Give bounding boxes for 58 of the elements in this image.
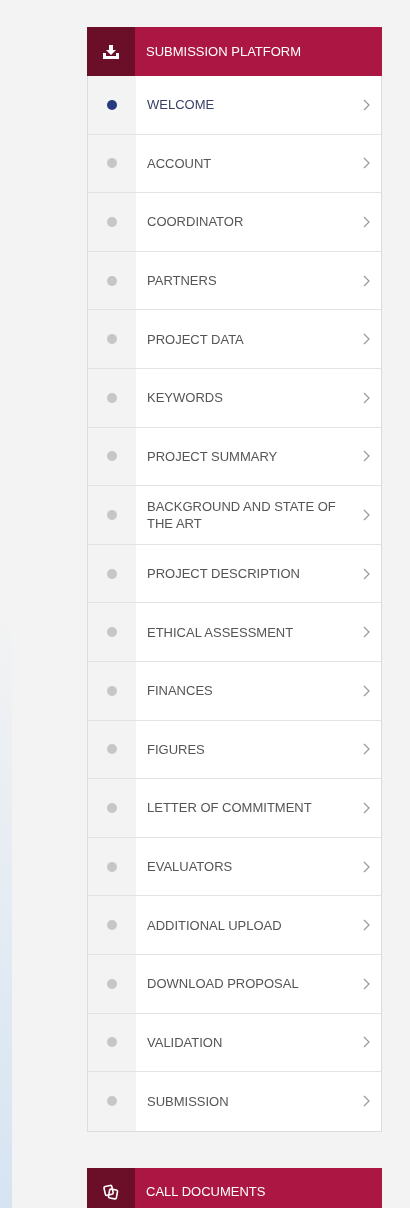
nav-item[interactable]: FINANCES: [88, 661, 381, 721]
nav-label: FIGURES: [146, 740, 206, 759]
download-icon: [103, 44, 119, 59]
chevron-right-icon: [362, 508, 370, 521]
chevron-right-icon: [362, 626, 370, 639]
nav-label: PROJECT DESCRIPTION: [146, 565, 301, 584]
nav-label: WELCOME: [146, 96, 216, 115]
nav-item[interactable]: KEYWORDS: [88, 368, 381, 428]
nav-label: ACCOUNT: [146, 154, 213, 173]
chevron-right-icon: [362, 801, 370, 814]
chevron-right-icon: [362, 98, 370, 111]
nav-label: FINANCES: [146, 682, 214, 701]
nav-label: SUBMISSION: [146, 1092, 230, 1111]
nav-item[interactable]: BACKGROUND AND STATE OF THE ART: [88, 486, 381, 545]
nav-item[interactable]: ACCOUNT: [88, 134, 381, 194]
nav-label: EVALUATORS: [146, 858, 234, 876]
nav-item[interactable]: PARTNERS: [88, 251, 381, 311]
nav-item[interactable]: DOWNLOAD PROPOSAL: [88, 954, 381, 1014]
chevron-right-icon: [362, 1095, 370, 1108]
nav-item[interactable]: FIGURES: [88, 720, 381, 780]
nav-label: KEYWORDS: [146, 389, 224, 408]
nav-label: LETTER OF COMMITMENT: [146, 799, 313, 818]
chevron-right-icon: [362, 567, 370, 580]
chevron-right-icon: [362, 684, 370, 697]
chevron-right-icon: [362, 860, 370, 873]
nav-label: PROJECT SUMMARY: [146, 447, 279, 466]
nav-label: ETHICAL ASSESSMENT: [146, 623, 295, 642]
nav-item[interactable]: ETHICAL ASSESSMENT: [88, 603, 381, 662]
chevron-right-icon: [362, 391, 370, 404]
chevron-right-icon: [362, 1036, 370, 1049]
chevron-right-icon: [362, 216, 370, 228]
chevron-right-icon: [362, 333, 370, 346]
panel-title: CALL DOCUMENTS: [145, 1183, 266, 1202]
documents-icon: [103, 1184, 119, 1201]
nav-label: DOWNLOAD PROPOSAL: [146, 975, 300, 994]
nav-label: PROJECT DATA: [146, 330, 245, 349]
nav-item[interactable]: ADDITIONAL UPLOAD: [88, 896, 381, 955]
nav-label: PARTNERS: [146, 272, 218, 291]
nav-item[interactable]: PROJECT DATA: [88, 310, 381, 369]
chevron-right-icon: [362, 743, 370, 756]
nav-item[interactable]: COORDINATOR: [88, 193, 381, 252]
nav-item[interactable]: LETTER OF COMMITMENT: [88, 779, 381, 838]
nav-label: COORDINATOR: [146, 213, 245, 232]
nav-item[interactable]: WELCOME: [88, 76, 381, 135]
chevron-right-icon: [362, 274, 370, 287]
nav-item[interactable]: EVALUATORS: [88, 837, 381, 897]
nav-item[interactable]: PROJECT SUMMARY: [88, 427, 381, 487]
nav-label: VALIDATION: [146, 1033, 224, 1052]
nav-label: ADDITIONAL UPLOAD: [146, 916, 283, 935]
nav-item[interactable]: VALIDATION: [88, 1013, 381, 1073]
chevron-right-icon: [362, 919, 370, 932]
nav-label: BACKGROUND AND STATE OF THE ART: [146, 497, 337, 533]
panel-title: SUBMISSION PLATFORM: [145, 42, 302, 61]
nav-item[interactable]: PROJECT DESCRIPTION: [88, 544, 381, 604]
chevron-right-icon: [362, 977, 370, 990]
chevron-right-icon: [362, 157, 370, 170]
nav-item[interactable]: SUBMISSION: [88, 1072, 381, 1131]
chevron-right-icon: [362, 450, 370, 463]
